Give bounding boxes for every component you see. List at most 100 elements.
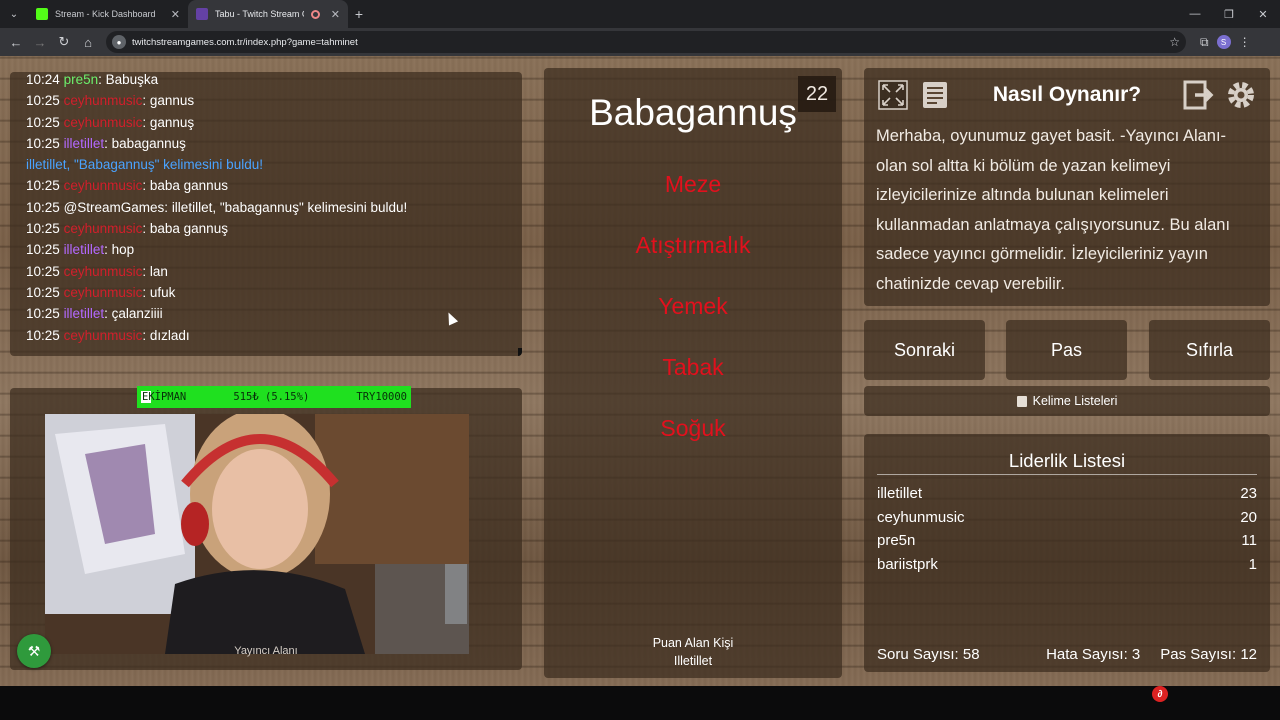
extensions-icon[interactable]: ⧉ [1200, 35, 1209, 50]
close-icon[interactable]: ✕ [331, 8, 340, 21]
chat-message: baba gannuş [149, 221, 228, 237]
back-icon[interactable]: ← [4, 30, 28, 54]
notepad-icon [1016, 395, 1027, 407]
leaderboard-title: Liderlik Listesi [1008, 450, 1126, 471]
chat-username[interactable]: ceyhunmusic [64, 264, 143, 279]
game-stats: Soru Sayısı: 58 Hata Sayısı: 3 Pas Sayıs… [877, 646, 1257, 663]
taboo-word: Atıştırmalık [635, 232, 751, 258]
chat-message: baba gannus [149, 178, 228, 194]
leaderboard-row: illetillet 23 [877, 482, 1257, 506]
chat-line: 10:25 ceyhunmusic: ufuk [26, 284, 176, 300]
chat-timestamp: 10:25 [26, 93, 60, 109]
webcam-image [45, 414, 469, 654]
reload-icon[interactable]: ↻ [52, 30, 76, 54]
url-text: twitchstreamgames.com.tr/index.php?game=… [132, 36, 358, 48]
chat-timestamp: 10:25 [26, 327, 60, 343]
chat-username[interactable]: ceyhunmusic [64, 285, 143, 300]
word-lists-button[interactable]: Kelime Listeleri [864, 386, 1270, 416]
forward-icon[interactable]: → [28, 30, 52, 54]
leaderboard-divider [877, 474, 1257, 475]
hammer-icon: ⚒ [27, 642, 41, 659]
leaderboard-panel: Liderlik Listesi illetillet 23 ceyhunmusic… [864, 434, 1270, 672]
leaderboard-name: pre5n [877, 532, 916, 549]
chat-username[interactable]: illetillet [64, 306, 105, 321]
word-card-panel: 22 Babagannuş Meze Atıştırmalık Yemek Ta… [544, 68, 842, 678]
site-info-icon[interactable]: ● [112, 35, 126, 49]
chat-system-message: illetillet, "Babagannuş" kelimesini buld… [26, 157, 263, 173]
home-icon[interactable]: ⌂ [76, 30, 100, 54]
leaderboard-name: illetillet [877, 485, 923, 502]
tab-title: Tabu - Twitch Stream Games [215, 9, 304, 19]
rules-document-icon[interactable] [918, 78, 952, 112]
how-to-play-header: Nasıl Oynanır? [876, 68, 1258, 122]
kick-favicon-icon [36, 8, 48, 20]
leaderboard-row: pre5n 11 [877, 529, 1257, 553]
close-icon[interactable]: ✕ [171, 8, 180, 21]
chat-username[interactable]: ceyhunmusic [64, 221, 143, 236]
chat-timestamp: 10:25 [26, 284, 60, 300]
pass-button[interactable]: Pas [1006, 320, 1127, 380]
target-word: Babagannuş [589, 92, 797, 133]
new-tab-icon[interactable]: + [348, 6, 370, 22]
how-to-play-panel: Nasıl Oynanır? Merhaba, oyunumuz gayet b… [864, 68, 1270, 306]
profile-avatar[interactable]: S [1216, 35, 1231, 49]
chat-username[interactable]: ceyhunmusic [64, 178, 143, 193]
chat-username[interactable]: ceyhunmusic [64, 115, 143, 130]
chat-message: gannuş [149, 114, 195, 130]
logout-icon[interactable] [1182, 78, 1216, 112]
chat-message: illetillet, "babagannuş" kelimesini buld… [171, 199, 408, 215]
leaderboard-row: bariistprk 1 [877, 553, 1257, 577]
chat-timestamp: 10:25 [26, 263, 60, 279]
fullscreen-icon[interactable] [876, 78, 910, 112]
tab-search-icon[interactable]: ⌄ [0, 0, 28, 28]
chat-line: 10:25 @StreamGames: illetillet, "babagan… [26, 199, 408, 215]
leaderboard-score: 11 [1241, 532, 1257, 549]
chat-timestamp: 10:25 [26, 135, 60, 151]
browser-toolbar: ← → ↻ ⌂ ● twitchstreamgames.com.tr/index… [0, 28, 1280, 56]
streamer-area-caption: Yayıncı Alanı [234, 645, 298, 657]
chat-message: hop [111, 242, 135, 258]
chat-line: 10:25 illetillet: çalanziiii [26, 306, 163, 322]
chat-message: babagannuş [111, 135, 186, 151]
chat-username[interactable]: @StreamGames [64, 200, 165, 215]
chat-timestamp: 10:25 [26, 178, 60, 194]
tray-app-icon[interactable]: ∂ [1152, 686, 1168, 702]
next-button[interactable]: Sonraki [864, 320, 985, 380]
bookmark-star-icon[interactable]: ☆ [1169, 35, 1180, 49]
reset-button[interactable]: Sıfırla [1149, 320, 1270, 380]
scorer-info: Puan Alan Kişi Illetillet [544, 634, 842, 670]
browser-tab-tabu[interactable]: Tabu - Twitch Stream Games ✕ [188, 0, 348, 28]
browser-menu-icon[interactable]: ⋮ [1239, 35, 1251, 49]
donation-goal-bar: EKİPMAN 515₺ (5.15%) TRY10000 [137, 386, 411, 408]
address-bar[interactable]: ● twitchstreamgames.com.tr/index.php?gam… [106, 31, 1186, 53]
scorer-name: Illetillet [673, 654, 713, 668]
chat-list: 10:24 pre5n: Babuşka 10:25 ceyhunmusic: g… [26, 72, 506, 346]
leaderboard-score: 1 [1248, 555, 1257, 573]
chat-message: Babuşka [105, 72, 159, 87]
chat-timestamp: 10:25 [26, 242, 60, 258]
game-page: 10:24 pre5n: Babuşka 10:25 ceyhunmusic: g… [0, 56, 1280, 686]
chat-line: 10:25 ceyhunmusic: baba gannus [26, 178, 228, 194]
chat-username[interactable]: illetillet [64, 242, 105, 257]
settings-gear-icon[interactable] [1224, 78, 1258, 112]
window-close-icon[interactable]: ✕ [1246, 0, 1280, 28]
chat-message: dızladı [149, 327, 190, 343]
leaderboard-score: 20 [1240, 508, 1257, 526]
chat-username[interactable]: ceyhunmusic [64, 93, 143, 108]
twitch-favicon-icon [196, 8, 208, 20]
restore-icon[interactable]: ❐ [1212, 0, 1246, 28]
donation-goal-label: EKİPMAN [141, 391, 187, 403]
chat-username[interactable]: illetillet [64, 136, 105, 151]
chat-message: lan [149, 263, 168, 279]
chat-username[interactable]: pre5n [64, 72, 99, 87]
minimize-icon[interactable]: — [1178, 0, 1212, 28]
leaderboard-row: ceyhunmusic 20 [877, 506, 1257, 530]
tool-button[interactable]: ⚒ [17, 634, 51, 668]
game-action-row: Sonraki Pas Sıfırla [864, 320, 1270, 380]
browser-tab-kick[interactable]: Stream - Kick Dashboard ✕ [28, 0, 188, 28]
chat-username[interactable]: ceyhunmusic [64, 328, 143, 343]
donation-goal-target: TRY10000 [356, 391, 407, 403]
leaderboard-name: bariistprk [877, 555, 938, 573]
chat-scrollbar[interactable] [518, 348, 522, 356]
taboo-word: Tabak [662, 354, 724, 380]
